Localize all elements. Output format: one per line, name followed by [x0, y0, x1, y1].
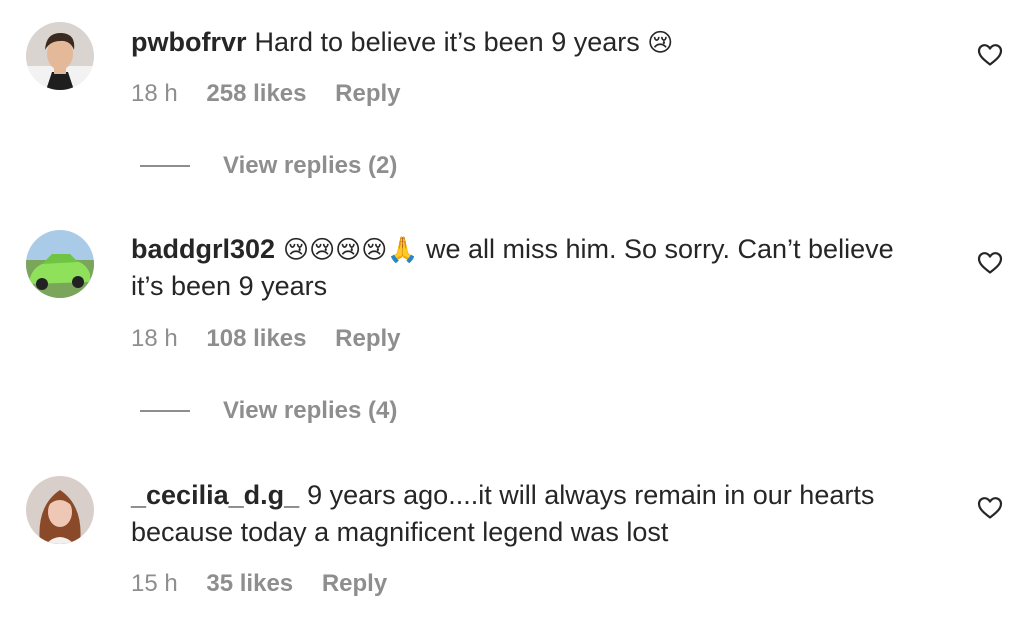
comment-text: _cecilia_d.g_ 9 years ago....it will alwa…: [131, 477, 911, 551]
replies-divider: [140, 410, 190, 412]
view-replies-label: View replies (4): [223, 397, 398, 424]
view-replies-button[interactable]: View replies (2): [140, 151, 397, 181]
heart-icon: [977, 497, 1003, 519]
like-button[interactable]: [977, 43, 1003, 67]
comment-likes[interactable]: 108 likes: [206, 325, 306, 352]
avatar-image: [26, 230, 94, 298]
heart-icon: [977, 44, 1003, 66]
avatar[interactable]: [26, 476, 94, 544]
comment-text: baddgrl302 😢😢😢😢🙏 we all miss him. So sorr…: [131, 231, 911, 305]
like-button[interactable]: [977, 496, 1003, 520]
comment-username[interactable]: _cecilia_d.g_: [131, 480, 299, 510]
reply-button[interactable]: Reply: [322, 570, 387, 597]
comment-time[interactable]: 18 h: [131, 325, 178, 352]
comment-likes[interactable]: 35 likes: [206, 570, 293, 597]
replies-divider: [140, 165, 190, 167]
comment-time[interactable]: 18 h: [131, 80, 178, 107]
reply-button[interactable]: Reply: [335, 80, 400, 107]
comment-text: pwbofrvr Hard to believe it’s been 9 year…: [131, 24, 911, 61]
comment-meta: 18 h 108 likes Reply: [131, 324, 423, 354]
avatar-image: [26, 476, 94, 544]
heart-icon: [977, 252, 1003, 274]
comment-username[interactable]: pwbofrvr: [131, 27, 247, 57]
comment-username[interactable]: baddgrl302: [131, 234, 275, 264]
comment-body: Hard to believe it’s been 9 years: [254, 27, 640, 57]
comment-meta: 18 h 258 likes Reply: [131, 79, 423, 109]
comment-meta: 15 h 35 likes Reply: [131, 569, 409, 599]
avatar-image: [26, 22, 94, 90]
avatar[interactable]: [26, 230, 94, 298]
comment-emoji: 😢😢😢😢🙏: [283, 235, 419, 264]
comment-likes[interactable]: 258 likes: [206, 80, 306, 107]
avatar[interactable]: [26, 22, 94, 90]
like-button[interactable]: [977, 251, 1003, 275]
reply-button[interactable]: Reply: [335, 325, 400, 352]
view-replies-label: View replies (2): [223, 152, 398, 179]
comment-emoji: 😢: [647, 28, 674, 57]
comment-time[interactable]: 15 h: [131, 570, 178, 597]
view-replies-button[interactable]: View replies (4): [140, 396, 397, 426]
